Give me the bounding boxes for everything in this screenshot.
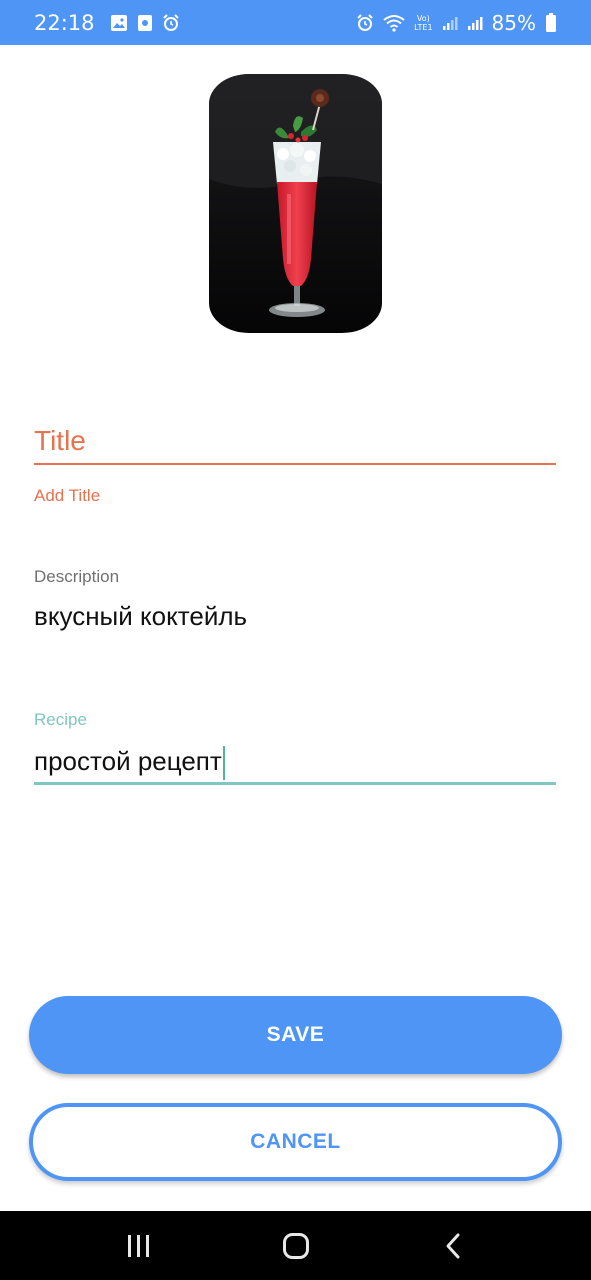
- text-caret: [222, 746, 225, 781]
- screenshot-icon: [137, 14, 153, 32]
- battery-percent: 85%: [491, 10, 536, 35]
- recent-apps-icon[interactable]: [109, 1216, 169, 1276]
- save-button[interactable]: SAVE: [29, 996, 562, 1074]
- alarm-icon: [162, 13, 180, 32]
- description-label: Description: [34, 567, 120, 586]
- alarm-icon: [356, 13, 374, 32]
- home-icon[interactable]: [266, 1216, 326, 1276]
- cocktail-photo[interactable]: [209, 74, 382, 333]
- status-time: 22:18: [34, 10, 95, 35]
- recipe-value: простой рецепт: [34, 746, 222, 776]
- status-bar: 22:18 Vo) LTE1 85%: [0, 0, 591, 45]
- signal-icon: [442, 15, 458, 31]
- lte-icon: Vo) LTE1: [414, 13, 433, 32]
- cancel-button[interactable]: CANCEL: [29, 1103, 562, 1181]
- title-placeholder: Title: [34, 425, 86, 456]
- battery-icon: [545, 12, 557, 33]
- signal-icon: [467, 15, 483, 31]
- title-error-text: Add Title: [34, 486, 101, 505]
- status-left: 22:18: [34, 11, 180, 35]
- description-field[interactable]: вкусный коктейль: [34, 601, 247, 632]
- title-input[interactable]: Title: [34, 418, 556, 465]
- recipe-input[interactable]: простой рецепт: [34, 740, 556, 785]
- gallery-icon: [110, 14, 128, 32]
- status-right: Vo) LTE1 85%: [356, 11, 557, 35]
- back-icon[interactable]: [423, 1216, 483, 1276]
- recipe-label: Recipe: [34, 710, 87, 729]
- navigation-bar: [0, 1211, 591, 1280]
- wifi-icon: [383, 14, 405, 32]
